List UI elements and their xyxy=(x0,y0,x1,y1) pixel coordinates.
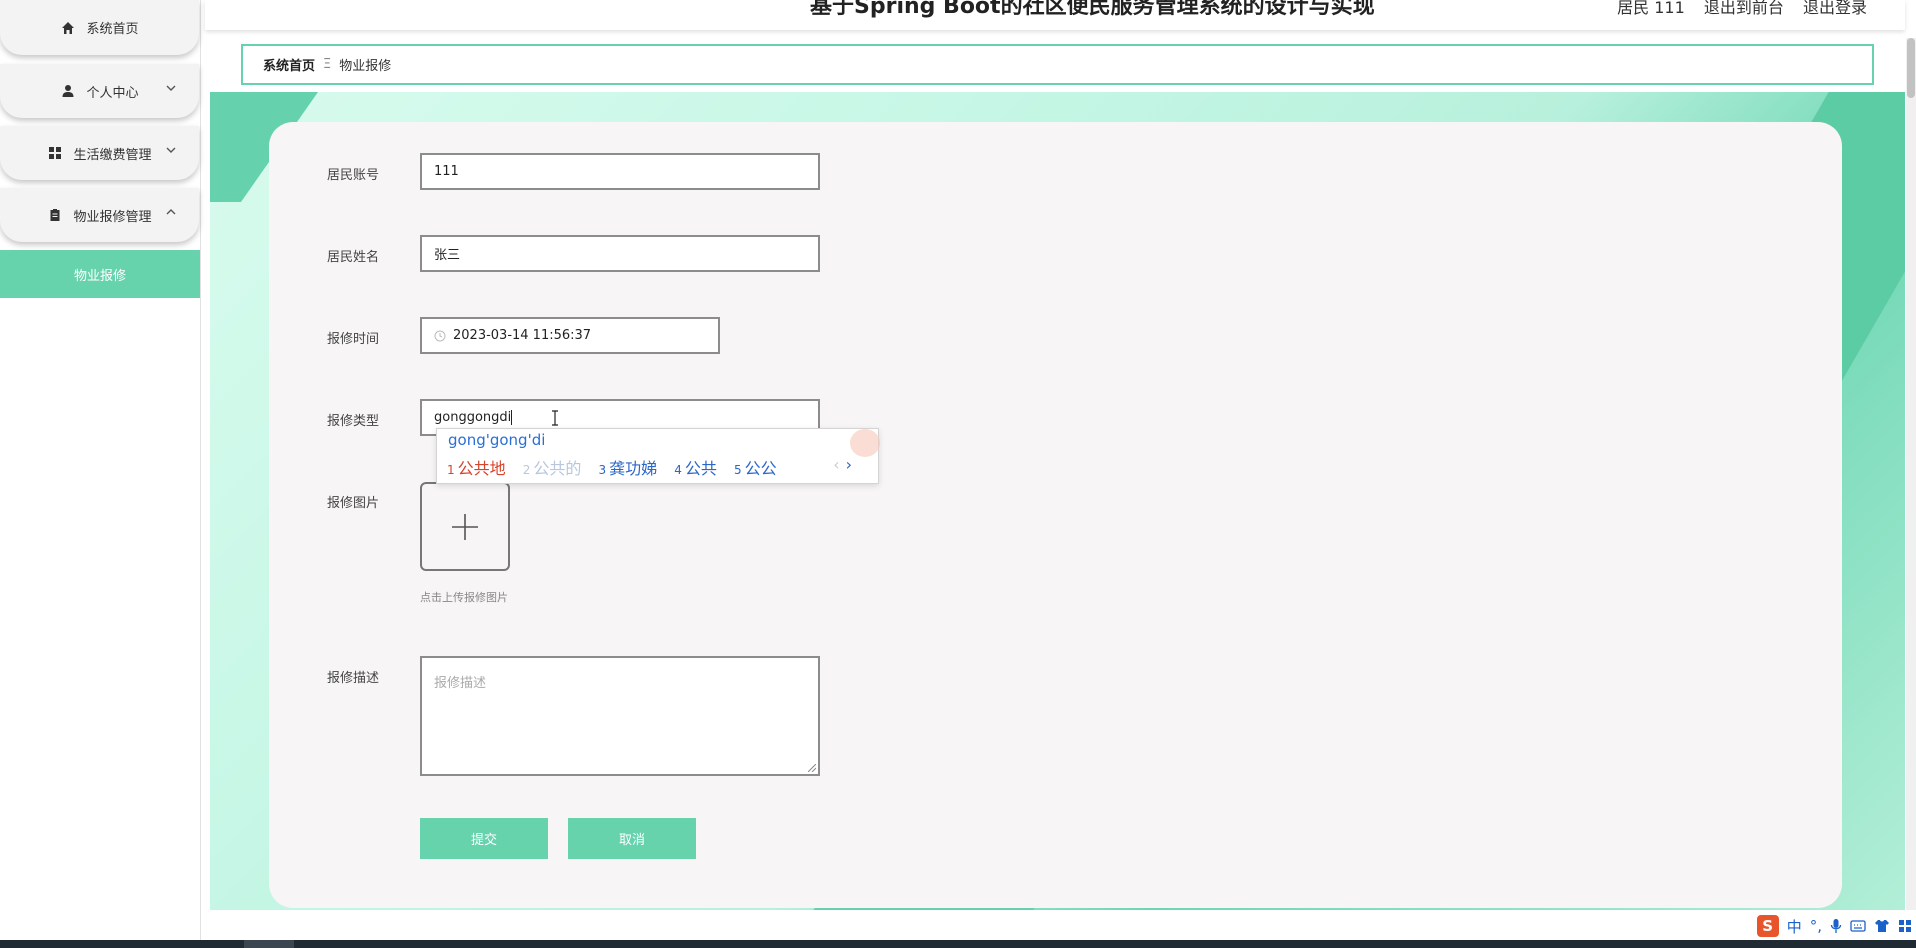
resize-handle-icon xyxy=(808,764,816,772)
home-icon xyxy=(60,20,76,36)
candidate-text: 公共的 xyxy=(533,459,582,478)
ime-candidate[interactable]: 2 公共的 xyxy=(523,459,582,478)
sidebar-item-label: 生活缴费管理 xyxy=(73,147,152,163)
time-picker[interactable]: 2023-03-14 11:56:37 xyxy=(420,317,720,354)
ime-candidate-list: 1 公共地 2 公共的 3 龚功娣 4 公共 5 公公 xyxy=(447,455,789,479)
account-value: 111 xyxy=(434,164,459,179)
desc-textarea[interactable]: 报修描述 xyxy=(420,656,820,776)
sidebar-subitem-label: 物业报修 xyxy=(73,268,126,284)
user-icon xyxy=(60,83,76,99)
candidate-number: 5 xyxy=(734,463,742,477)
toolbox-icon[interactable] xyxy=(1898,919,1912,933)
desc-label: 报修描述 xyxy=(327,671,380,686)
page-scrollbar[interactable] xyxy=(1906,38,1916,910)
breadcrumb: 系统首页 Ξ 物业报修 xyxy=(241,44,1874,85)
submit-button[interactable]: 提交 xyxy=(420,818,548,859)
image-upload[interactable] xyxy=(420,482,510,571)
candidate-text: 公共地 xyxy=(457,459,506,478)
account-label: 居民账号 xyxy=(327,168,380,183)
ime-toolbar: S 中 °, xyxy=(1756,912,1916,940)
ime-candidate[interactable]: 4 公共 xyxy=(674,459,717,478)
skin-icon[interactable] xyxy=(1874,919,1890,933)
ime-candidate[interactable]: 3 龚功娣 xyxy=(599,459,658,478)
time-label: 报修时间 xyxy=(327,332,380,347)
upload-hint: 点击上传报修图片 xyxy=(420,591,508,604)
header-links: 居民 111 退出到前台 退出登录 xyxy=(1603,0,1867,18)
text-cursor-icon xyxy=(552,410,558,426)
microphone-icon[interactable] xyxy=(1830,918,1842,934)
sogou-logo-icon: S xyxy=(1756,915,1779,937)
candidate-number: 2 xyxy=(522,463,531,477)
chevron-down-icon xyxy=(166,147,176,153)
sidebar: 系统首页 个人中心 生活缴费管理 物业报修管理 物业报修 xyxy=(0,0,201,948)
clipboard-icon xyxy=(47,207,63,223)
candidate-number: 1 xyxy=(447,463,455,477)
cancel-button[interactable]: 取消 xyxy=(568,818,696,859)
time-value: 2023-03-14 11:56:37 xyxy=(453,328,592,343)
app-title: 基于Spring Boot的社区便民服务管理系统的设计与实现 xyxy=(810,0,1375,19)
ime-mode[interactable]: 中 xyxy=(1787,916,1802,937)
image-label: 报修图片 xyxy=(327,496,380,511)
candidate-number: 4 xyxy=(674,463,682,477)
chevron-up-icon xyxy=(166,209,176,215)
type-label: 报修类型 xyxy=(327,414,380,429)
breadcrumb-separator: Ξ xyxy=(323,57,332,72)
logout-link[interactable]: 退出登录 xyxy=(1803,0,1867,17)
ime-candidate[interactable]: 1 公共地 xyxy=(447,459,506,478)
sidebar-item-label: 物业报修管理 xyxy=(73,209,152,225)
ime-prev-icon: ‹ xyxy=(833,455,840,474)
keyboard-icon[interactable] xyxy=(1850,919,1866,933)
candidate-text: 公共 xyxy=(684,459,717,478)
back-to-front-link[interactable]: 退出到前台 xyxy=(1704,0,1784,17)
sidebar-item-home[interactable]: 系统首页 xyxy=(0,0,199,55)
candidate-number: 3 xyxy=(598,463,607,477)
scrollbar-thumb[interactable] xyxy=(1907,38,1915,98)
punctuation-mode[interactable]: °, xyxy=(1810,917,1822,935)
account-input[interactable]: 111 xyxy=(420,153,820,190)
os-taskbar xyxy=(0,940,1916,948)
sidebar-item-label: 系统首页 xyxy=(86,22,139,37)
sidebar-item-label: 个人中心 xyxy=(86,85,139,101)
ime-candidate[interactable]: 5 公公 xyxy=(734,459,777,478)
name-input[interactable]: 张三 xyxy=(420,235,820,272)
name-value: 张三 xyxy=(434,248,461,263)
name-label: 居民姓名 xyxy=(327,250,380,265)
ime-candidate-popup: gong'gong'di 1 公共地 2 公共的 3 龚功娣 4 公共 5 公公 ‹ › xyxy=(436,428,880,484)
user-label: 居民 111 xyxy=(1617,0,1685,17)
type-value: gonggongdi xyxy=(434,410,512,425)
taskbar-button[interactable] xyxy=(244,940,294,948)
ime-page-nav[interactable]: ‹ › xyxy=(833,455,852,474)
plus-icon xyxy=(452,513,478,540)
sidebar-item-personal-center[interactable]: 个人中心 xyxy=(0,64,199,118)
chevron-down-icon xyxy=(166,85,176,91)
sidebar-item-payment[interactable]: 生活缴费管理 xyxy=(0,126,199,180)
ime-logo-icon xyxy=(850,429,880,457)
sidebar-subitem-repair[interactable]: 物业报修 xyxy=(0,250,200,298)
grid-icon xyxy=(47,145,63,161)
desc-placeholder: 报修描述 xyxy=(434,676,487,691)
top-header: 基于Spring Boot的社区便民服务管理系统的设计与实现 居民 111 退出… xyxy=(205,0,1905,30)
candidate-text: 龚功娣 xyxy=(609,459,658,478)
clock-icon xyxy=(434,330,446,341)
sidebar-item-repair[interactable]: 物业报修管理 xyxy=(0,188,199,242)
text-caret xyxy=(511,410,513,425)
candidate-text: 公公 xyxy=(744,459,777,478)
breadcrumb-home[interactable]: 系统首页 xyxy=(263,55,315,74)
breadcrumb-current: 物业报修 xyxy=(339,59,392,74)
ime-next-icon: › xyxy=(845,455,852,474)
ime-composition: gong'gong'di xyxy=(448,431,546,449)
